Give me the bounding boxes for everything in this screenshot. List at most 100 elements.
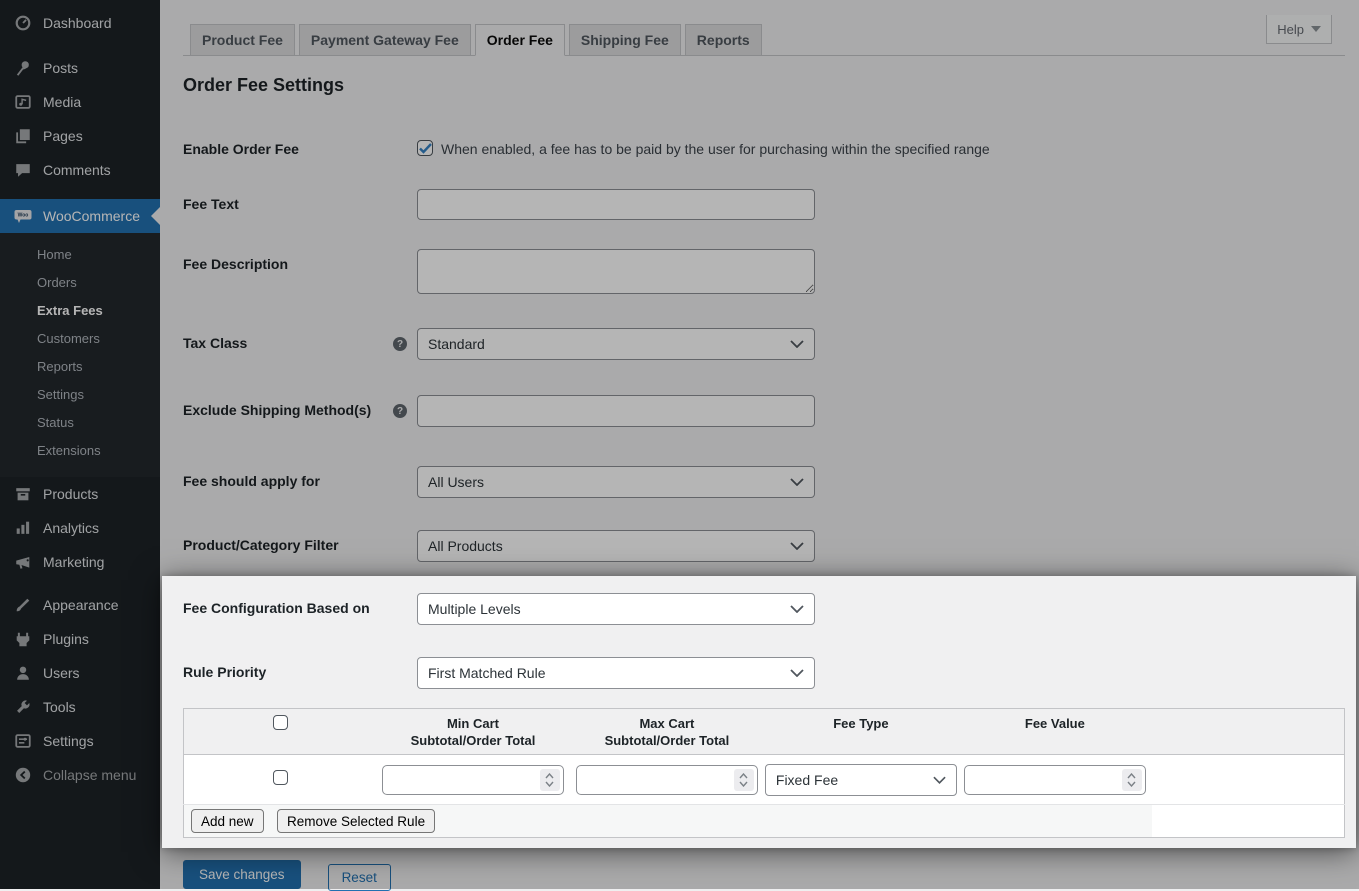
number-stepper[interactable]: [1122, 769, 1142, 791]
enable-order-fee-description: When enabled, a fee has to be paid by th…: [441, 134, 990, 157]
caret-down-icon: [1311, 26, 1321, 32]
help-label: Help: [1277, 22, 1304, 37]
sidebar-item-label: Plugins: [43, 631, 89, 647]
apply-for-select[interactable]: All Users: [417, 466, 815, 498]
sidebar-item-posts[interactable]: Posts: [0, 51, 160, 85]
sidebar-item-collapse-menu[interactable]: Collapse menu: [0, 758, 160, 792]
field-label: Fee should apply for: [183, 466, 393, 489]
reset-button[interactable]: Reset: [328, 864, 391, 891]
submenu-item-status[interactable]: Status: [0, 409, 160, 437]
sidebar-item-plugins[interactable]: Plugins: [0, 622, 160, 656]
tab-payment-gateway-fee[interactable]: Payment Gateway Fee: [299, 24, 471, 56]
sidebar-item-pages[interactable]: Pages: [0, 119, 160, 153]
checkmark-icon: [419, 143, 432, 154]
tab-reports[interactable]: Reports: [685, 24, 762, 56]
submenu-item-orders[interactable]: Orders: [0, 269, 160, 297]
product-filter-select[interactable]: All Products: [417, 530, 815, 562]
form-actions: Save changes Reset: [183, 860, 1345, 891]
sidebar-item-label: Settings: [43, 733, 94, 749]
form-row-tax-class: Tax Class ? Standard: [183, 328, 1345, 360]
plug-icon: [13, 629, 33, 649]
add-new-rule-button[interactable]: Add new: [191, 809, 264, 833]
chevron-up-icon: [1127, 773, 1136, 779]
submenu-item-settings[interactable]: Settings: [0, 381, 160, 409]
sidebar-item-dashboard[interactable]: Dashboard: [0, 6, 160, 40]
enable-order-fee-checkbox[interactable]: [417, 140, 433, 156]
sidebar-item-woocommerce[interactable]: Woo WooCommerce: [0, 199, 160, 233]
submenu-item-extensions[interactable]: Extensions: [0, 437, 160, 465]
sidebar-item-analytics[interactable]: Analytics: [0, 511, 160, 545]
help-icon[interactable]: ?: [393, 404, 407, 418]
sidebar-item-users[interactable]: Users: [0, 656, 160, 690]
sidebar-item-media[interactable]: Media: [0, 85, 160, 119]
spotlight-panel: Fee Configuration Based on Multiple Leve…: [162, 576, 1356, 848]
table-header-row: Min Cart Subtotal/Order Total Max Cart S…: [184, 709, 1345, 755]
sidebar-item-label: Dashboard: [43, 15, 112, 31]
number-stepper[interactable]: [540, 769, 560, 791]
woocommerce-icon: Woo: [13, 206, 33, 226]
max-cart-subtotal-input[interactable]: [576, 765, 758, 795]
menu-separator: [0, 40, 160, 51]
megaphone-icon: [13, 552, 33, 572]
exclude-shipping-input[interactable]: [417, 395, 815, 427]
sidebar-item-label: Comments: [43, 162, 111, 178]
sidebar-item-label: WooCommerce: [43, 208, 140, 224]
sidebar-item-products[interactable]: Products: [0, 477, 160, 511]
collapse-icon: [13, 765, 33, 785]
form-row-enable-order-fee: Enable Order Fee When enabled, a fee has…: [183, 134, 1345, 157]
rule-priority-select[interactable]: First Matched Rule: [417, 657, 815, 689]
chevron-down-icon: [1127, 781, 1136, 787]
comment-icon: [13, 160, 33, 180]
sidebar-item-tools[interactable]: Tools: [0, 690, 160, 724]
field-label: Fee Text: [183, 189, 393, 212]
menu-separator: [0, 187, 160, 199]
field-label: Rule Priority: [183, 657, 393, 680]
form-row-fee-configuration: Fee Configuration Based on Multiple Leve…: [183, 593, 1345, 625]
woocommerce-submenu: Home Orders Extra Fees Customers Reports…: [0, 233, 160, 477]
sidebar-item-label: Media: [43, 94, 81, 110]
field-label: Tax Class: [183, 328, 393, 351]
admin-sidebar: Dashboard Posts Media Pages Comments Woo…: [0, 0, 160, 889]
submenu-item-reports[interactable]: Reports: [0, 353, 160, 381]
form-row-fee-text: Fee Text: [183, 189, 1345, 220]
rule-row-checkbox[interactable]: [273, 770, 288, 785]
tab-product-fee[interactable]: Product Fee: [190, 24, 295, 56]
table-footer-row: Add new Remove Selected Rule: [184, 805, 1345, 838]
fee-text-input[interactable]: [417, 189, 815, 220]
tax-class-select[interactable]: Standard: [417, 328, 815, 360]
rule-row: Fixed Fee: [184, 755, 1345, 805]
tab-shipping-fee[interactable]: Shipping Fee: [569, 24, 681, 56]
form-row-exclude-shipping: Exclude Shipping Method(s) ?: [183, 395, 1345, 427]
fee-description-textarea[interactable]: [417, 249, 815, 294]
sidebar-item-comments[interactable]: Comments: [0, 153, 160, 187]
pages-icon: [13, 126, 33, 146]
help-tab[interactable]: Help: [1266, 15, 1332, 44]
pushpin-icon: [13, 58, 33, 78]
sidebar-item-label: Users: [43, 665, 80, 681]
remove-selected-rule-button[interactable]: Remove Selected Rule: [277, 809, 435, 833]
sidebar-item-marketing[interactable]: Marketing: [0, 545, 160, 579]
fee-rules-table: Min Cart Subtotal/Order Total Max Cart S…: [183, 708, 1345, 838]
svg-text:Woo: Woo: [18, 213, 29, 219]
sidebar-item-label: Posts: [43, 60, 78, 76]
fee-type-select[interactable]: Fixed Fee: [765, 764, 957, 796]
box-icon: [13, 484, 33, 504]
submenu-item-home[interactable]: Home: [0, 241, 160, 269]
bar-chart-icon: [13, 518, 33, 538]
save-changes-button[interactable]: Save changes: [183, 860, 301, 889]
fee-configuration-select[interactable]: Multiple Levels: [417, 593, 815, 625]
dashboard-icon: [13, 13, 33, 33]
column-header-fee-type: Fee Type: [764, 709, 958, 755]
select-all-checkbox[interactable]: [273, 715, 288, 730]
number-stepper[interactable]: [734, 769, 754, 791]
min-cart-subtotal-input[interactable]: [382, 765, 564, 795]
sidebar-item-settings[interactable]: Settings: [0, 724, 160, 758]
submenu-item-customers[interactable]: Customers: [0, 325, 160, 353]
menu-separator: [0, 579, 160, 588]
fee-value-input[interactable]: [964, 765, 1146, 795]
tab-order-fee[interactable]: Order Fee: [475, 24, 565, 56]
submenu-item-extra-fees[interactable]: Extra Fees: [0, 297, 160, 325]
help-icon[interactable]: ?: [393, 337, 407, 351]
sidebar-item-appearance[interactable]: Appearance: [0, 588, 160, 622]
field-label: Fee Description: [183, 249, 393, 272]
